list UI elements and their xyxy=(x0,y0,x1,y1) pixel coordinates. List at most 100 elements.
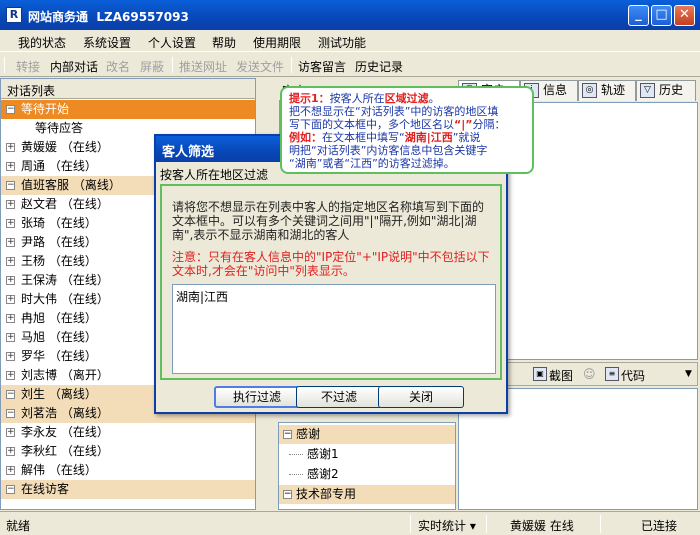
menu-personal-settings[interactable]: 个人设置 xyxy=(148,34,196,51)
menu-my-status[interactable]: 我的状态 xyxy=(18,34,66,51)
maximize-button[interactable]: □ xyxy=(651,5,672,26)
visitor-messages-button[interactable]: 访客留言 xyxy=(298,58,346,75)
group-row[interactable]: − 等待开始 xyxy=(1,100,255,119)
list-item[interactable]: + 李永友 （在线） xyxy=(1,423,255,442)
collapse-icon[interactable]: − xyxy=(6,181,15,190)
tab-history[interactable]: ▽ 历史 xyxy=(636,80,696,101)
tab-track[interactable]: ◎ 轨迹 xyxy=(578,80,636,101)
code-icon[interactable]: ≡ xyxy=(605,367,619,381)
status-separator xyxy=(486,515,487,533)
row-label: 张琦 （在线） xyxy=(21,216,97,230)
collapse-icon[interactable]: − xyxy=(6,409,15,418)
row-label: 在线访客 xyxy=(21,482,70,496)
row-label: 时大伟 （在线） xyxy=(21,292,109,306)
send-file-button[interactable]: 发送文件 xyxy=(236,58,284,75)
list-item[interactable]: + 李秋红 （在线） xyxy=(1,442,255,461)
tree-line xyxy=(289,474,303,475)
close-button[interactable]: ✕ xyxy=(674,5,695,26)
row-label: 黄媛媛 （在线） xyxy=(21,140,109,154)
apply-filter-button[interactable]: 执行过滤 xyxy=(214,386,300,408)
expand-icon[interactable]: + xyxy=(6,276,15,285)
status-ready: 就绪 xyxy=(6,519,31,533)
status-user: 黄媛媛 在线 xyxy=(510,519,574,533)
push-url-button[interactable]: 推送网址 xyxy=(179,58,227,75)
close-icon: ✕ xyxy=(679,7,690,22)
row-label: 等待应答 xyxy=(35,121,84,135)
expand-icon[interactable]: + xyxy=(6,314,15,323)
tooltip-line: 明把“对话列表”内访客信息中包含关键字 xyxy=(289,144,488,157)
group-row[interactable]: − 在线访客 xyxy=(1,480,255,499)
expand-icon[interactable]: + xyxy=(6,466,15,475)
realtime-stats-dropdown[interactable]: 实时统计 ▾ xyxy=(418,517,476,534)
row-label: 冉旭 （在线） xyxy=(21,311,97,325)
phrase-group[interactable]: − 感谢 xyxy=(279,425,455,444)
toolbar-separator xyxy=(172,57,173,73)
collapse-icon[interactable]: − xyxy=(283,430,292,439)
code-button[interactable]: 代码 xyxy=(621,367,645,384)
phrase-item[interactable]: 感谢2 xyxy=(279,465,455,484)
expand-icon[interactable]: + xyxy=(6,162,15,171)
phrase-label: 感谢1 xyxy=(307,447,339,461)
history-button[interactable]: 历史记录 xyxy=(355,58,403,75)
expand-icon[interactable]: + xyxy=(6,295,15,304)
menu-help[interactable]: 帮助 xyxy=(212,34,236,51)
menu-system-settings[interactable]: 系统设置 xyxy=(83,34,131,51)
screenshot-icon[interactable]: ▣ xyxy=(533,367,547,381)
row-label: 值班客服 （离线） xyxy=(21,178,121,192)
expand-icon[interactable]: + xyxy=(6,200,15,209)
expand-icon[interactable]: + xyxy=(6,143,15,152)
phrase-item[interactable]: 感谢1 xyxy=(279,445,455,464)
menu-usage-period[interactable]: 使用期限 xyxy=(253,34,301,51)
row-label: 李秋红 （在线） xyxy=(21,444,109,458)
collapse-icon[interactable]: − xyxy=(6,390,15,399)
transfer-button[interactable]: 转接 xyxy=(16,58,40,75)
internal-chat-button[interactable]: 内部对话 xyxy=(50,58,98,75)
list-item[interactable]: + 解伟 （在线） xyxy=(1,461,255,480)
row-label: 马旭 （在线） xyxy=(21,330,97,344)
minimize-button[interactable]: _ xyxy=(628,5,649,26)
expand-icon[interactable]: + xyxy=(6,447,15,456)
no-filter-button[interactable]: 不过滤 xyxy=(296,386,382,408)
row-label: 李永友 （在线） xyxy=(21,425,109,439)
row-label: 刘生 （离线） xyxy=(21,387,97,401)
expand-icon[interactable]: + xyxy=(6,428,15,437)
expand-icon[interactable]: + xyxy=(6,352,15,361)
emoji-icon[interactable]: ☺ xyxy=(583,367,596,381)
minimize-icon: _ xyxy=(635,7,642,22)
history-icon: ▽ xyxy=(640,83,655,98)
toolbar: 转接 内部对话 改名 屏蔽 推送网址 发送文件 访客留言 历史记录 xyxy=(0,53,700,77)
screenshot-button[interactable]: 截图 xyxy=(549,367,573,384)
collapse-icon[interactable]: − xyxy=(283,490,292,499)
tooltip-line: 把不想显示在“对话列表”中的访客的地区填 xyxy=(289,105,499,118)
window-title: 网站商务通 LZA69557093 xyxy=(28,10,189,24)
expand-icon[interactable]: + xyxy=(6,257,15,266)
block-button[interactable]: 屏蔽 xyxy=(140,58,164,75)
filter-note: 注意：只有在客人信息中的"IP定位"+"IP说明"中不包括以下文本时,才会在"访… xyxy=(172,250,490,278)
row-label: 罗华 （在线） xyxy=(21,349,97,363)
filter-panel: 请将您不想显示在列表中客人的指定地区名称填写到下面的文本框中。可以有多个关键词之… xyxy=(160,184,502,380)
tooltip-line: 例如：在文本框中填写“湖南|江西”就说 xyxy=(289,131,481,144)
phrase-group[interactable]: − 技术部专用 xyxy=(279,485,455,504)
expand-icon[interactable]: + xyxy=(6,219,15,228)
tooltip-line: “湖南”或者“江西”的访客过滤掉。 xyxy=(289,157,455,170)
menu-test-features[interactable]: 测试功能 xyxy=(318,34,366,51)
expand-icon[interactable]: + xyxy=(6,333,15,342)
toolbar-overflow-icon[interactable]: ▼ xyxy=(685,369,692,379)
dialog-close-button[interactable]: 关闭 xyxy=(378,386,464,408)
row-label: 解伟 （在线） xyxy=(21,463,97,477)
expand-icon[interactable]: + xyxy=(6,238,15,247)
rename-button[interactable]: 改名 xyxy=(106,58,130,75)
region-filter-input[interactable] xyxy=(172,284,496,374)
title-bar[interactable]: R 网站商务通 LZA69557093 _ □ ✕ xyxy=(0,0,700,30)
app-icon: R xyxy=(6,7,22,23)
quick-phrases-panel: − 感谢感谢1 感谢2− 技术部专用 xyxy=(278,422,456,510)
maximize-icon: □ xyxy=(655,7,668,22)
row-label: 刘茗浩 （离线） xyxy=(21,406,109,420)
collapse-icon[interactable]: − xyxy=(6,105,15,114)
track-icon: ◎ xyxy=(582,83,597,98)
tree-line xyxy=(289,454,303,455)
row-label: 等待开始 xyxy=(21,102,70,116)
collapse-icon[interactable]: − xyxy=(6,485,15,494)
status-separator xyxy=(600,515,601,533)
expand-icon[interactable]: + xyxy=(6,371,15,380)
